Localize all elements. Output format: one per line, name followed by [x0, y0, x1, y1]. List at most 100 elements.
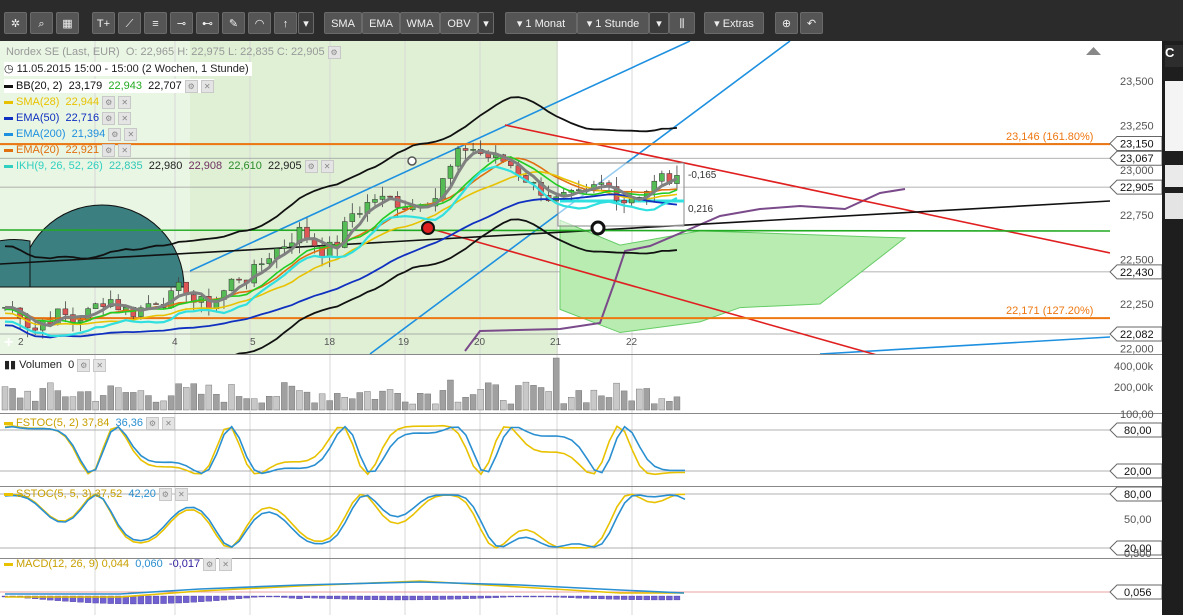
grid-icon[interactable]: ▦: [56, 12, 79, 34]
gear-icon[interactable]: ⚙: [158, 487, 172, 501]
volume-bar: [16, 397, 24, 411]
close-icon[interactable]: ✕: [200, 79, 214, 93]
gear-icon[interactable]: ⚙: [327, 45, 341, 59]
volume-bar: [107, 385, 114, 411]
interval-dropdown-icon[interactable]: ▾: [649, 12, 669, 34]
sstoc-marker-label: 80,00: [1124, 489, 1152, 501]
ema-button[interactable]: EMA: [362, 12, 400, 34]
macd-histogram-bar: [250, 595, 258, 598]
gear-icon[interactable]: ⚙: [146, 416, 160, 430]
gear-icon[interactable]: ⚙: [77, 358, 91, 372]
gear-icon[interactable]: ⚙: [304, 159, 318, 173]
period-select[interactable]: ▾ 1 Monat: [505, 12, 577, 34]
text-tool-button[interactable]: T+: [92, 12, 115, 34]
close-icon[interactable]: ✕: [320, 159, 334, 173]
close-icon[interactable]: ✕: [174, 487, 188, 501]
close-icon[interactable]: ✕: [219, 557, 233, 571]
gear-icon[interactable]: ⚙: [102, 143, 116, 157]
gear-icon[interactable]: ⚙: [184, 79, 198, 93]
macd-histogram-bar: [356, 595, 364, 600]
close-icon[interactable]: ✕: [118, 143, 132, 157]
volume-bar: [47, 382, 54, 411]
macd-histogram-bar: [334, 595, 341, 600]
close-icon[interactable]: ✕: [118, 95, 132, 109]
line-tool-icon[interactable]: ⟋: [118, 12, 141, 34]
candle-bull: [228, 278, 235, 291]
fstoc-legend: FSTOC(5, 2) 37,84 36,36 ⚙ ✕: [4, 416, 176, 430]
hline-tool-icon[interactable]: ⊸: [170, 12, 193, 34]
volume-bar: [152, 401, 160, 411]
volume-bar: [167, 395, 175, 411]
macd-histogram-bar: [311, 595, 318, 599]
candle-type-icon[interactable]: ⫼: [669, 12, 695, 34]
candle-bull: [266, 258, 272, 265]
close-icon[interactable]: ✕: [93, 358, 107, 372]
macd-histogram-bar: [213, 595, 220, 601]
legend-value: 22,716: [59, 112, 100, 124]
pen-tool-icon[interactable]: ✎: [222, 12, 245, 34]
settings-icon[interactable]: ✲: [4, 12, 27, 34]
volume-bar: [77, 391, 84, 411]
volume-bar: [62, 396, 69, 411]
date-axis-label: 19: [398, 337, 410, 348]
chevron-down-icon[interactable]: ▾: [298, 12, 314, 34]
volume-bar: [537, 387, 545, 411]
fib-tool-icon[interactable]: ≡: [144, 12, 167, 34]
interval-select[interactable]: ▾ 1 Stunde: [577, 12, 649, 34]
side-panel-tab[interactable]: [1165, 165, 1183, 187]
close-icon[interactable]: ✕: [162, 416, 176, 430]
sma-button[interactable]: SMA: [324, 12, 362, 34]
channel-tool-icon[interactable]: ⊷: [196, 12, 219, 34]
volume-bar: [228, 384, 235, 411]
candle-bull: [447, 165, 454, 179]
macd-histogram-bar: [266, 595, 273, 598]
volume-bar: [364, 391, 371, 411]
clock-icon: ◷: [4, 63, 17, 75]
close-icon[interactable]: ✕: [118, 111, 132, 125]
gear-icon[interactable]: ⚙: [108, 127, 122, 141]
candle-bull: [175, 281, 182, 291]
highlight-zone-2: [190, 41, 558, 354]
macd-histogram-bar: [296, 595, 303, 600]
candle-bull: [251, 264, 257, 284]
macd-histogram-bar: [228, 595, 235, 600]
search-icon[interactable]: ⌕: [30, 12, 53, 34]
gear-icon[interactable]: ⚙: [102, 95, 116, 109]
candle-bear: [304, 226, 310, 239]
zoom-icon[interactable]: ⊕: [775, 12, 798, 34]
volume-bar: [198, 393, 205, 411]
side-panel-list: [1165, 193, 1183, 219]
macd-histogram-bar: [507, 595, 515, 598]
volume-bar: [530, 385, 537, 411]
volume-bar: [145, 395, 152, 411]
obv-button[interactable]: OBV: [440, 12, 478, 34]
macd-histogram-bar: [417, 595, 424, 601]
volume-bar: [54, 390, 62, 411]
horizontal-green-line: [0, 229, 1110, 232]
volume-bar: [243, 398, 250, 411]
anchor-point-top: [407, 156, 417, 166]
volume-bar: [311, 402, 318, 411]
gear-icon[interactable]: ⚙: [203, 557, 217, 571]
legend-name: IKH(9, 26, 52, 26): [16, 160, 103, 172]
date-axis-label: 2: [18, 337, 24, 348]
legend-line-3: EMA(200) 21,394 ⚙ ✕: [4, 127, 138, 141]
macd-histogram-bar: [454, 595, 462, 600]
volume-bar: [99, 395, 107, 411]
arrow-up-icon[interactable]: ↑: [274, 12, 297, 34]
macd-histogram-bar: [258, 595, 265, 598]
close-icon[interactable]: ✕: [124, 127, 138, 141]
chart-area[interactable]: 23,146 (161.80%) 22,171 (127.20%) -0,165 0,…: [0, 41, 1162, 615]
macd-histogram-bar: [492, 595, 499, 598]
extras-menu[interactable]: ▾ Extras: [704, 12, 764, 34]
macd-histogram-bar: [545, 595, 552, 598]
undo-icon[interactable]: ↶: [800, 12, 823, 34]
legend-value: 22,921: [59, 144, 100, 156]
candle-bull: [470, 149, 476, 151]
legend-name: EMA(50): [16, 112, 60, 124]
macd-axis-tick: 0,500: [1124, 548, 1152, 560]
gear-icon[interactable]: ⚙: [102, 111, 116, 125]
arc-tool-icon[interactable]: ◠: [248, 12, 271, 34]
wma-button[interactable]: WMA: [400, 12, 440, 34]
indicator-dropdown-icon[interactable]: ▾: [478, 12, 494, 34]
